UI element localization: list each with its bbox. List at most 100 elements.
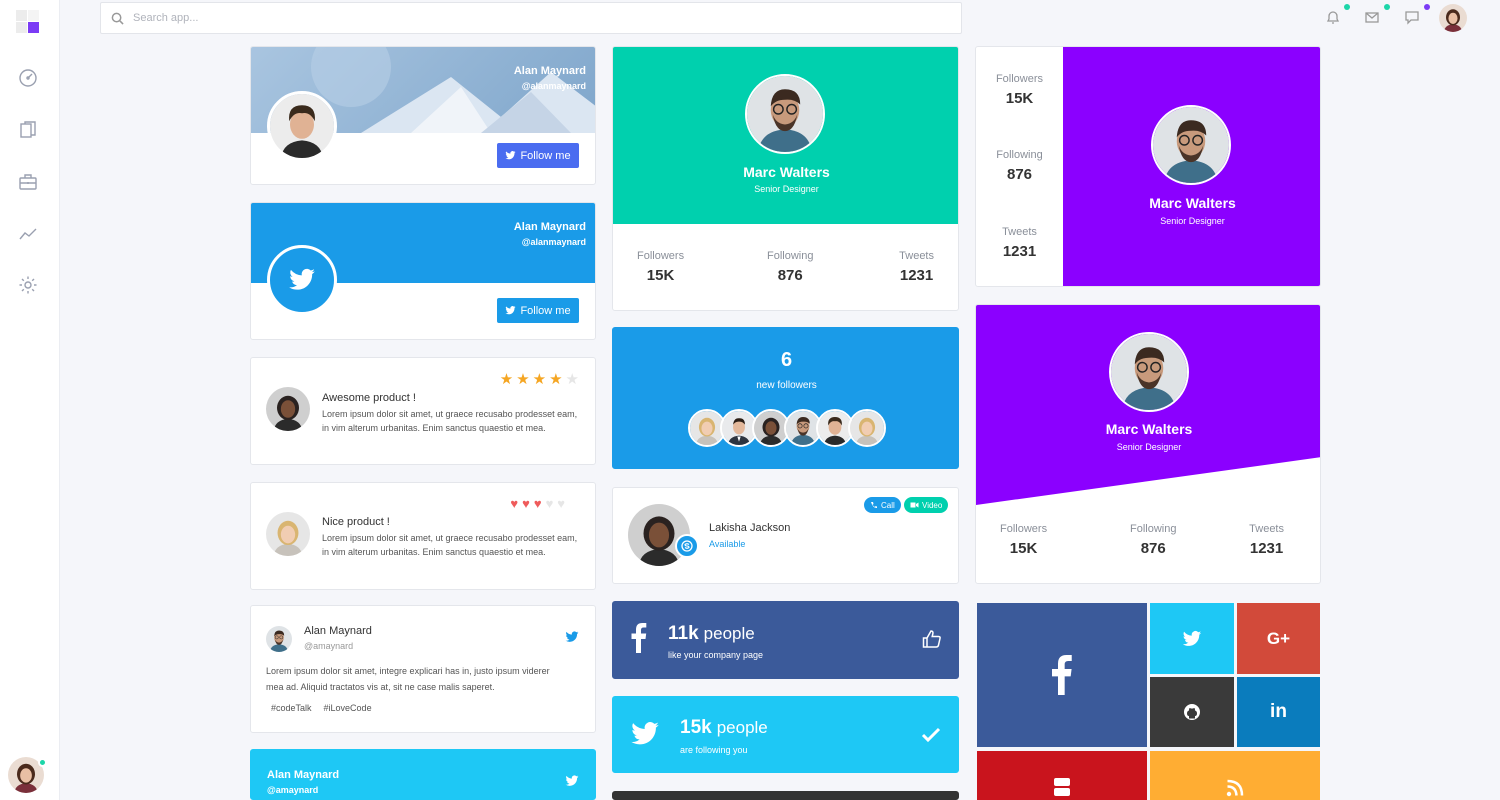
youtube-tile[interactable] [977,751,1147,800]
github-tile[interactable] [1150,677,1234,747]
profile-role: Senior Designer [754,184,819,194]
profile-card-teal: Alan Maynard @amaynard [250,749,596,800]
review-title: Awesome product ! [322,392,416,404]
following-count: 876 [1006,166,1033,183]
mail-dot [1384,4,1390,10]
follower-avatars [688,409,886,447]
followers-count: 15K [1005,90,1034,107]
facebook-icon [1052,655,1072,695]
new-followers-card: 6 new followers [612,327,959,469]
dashboard-icon[interactable] [18,68,38,88]
online-status-dot [38,758,47,767]
contact-name: Lakisha Jackson [709,522,791,534]
hashtag[interactable]: #iLoveCode [324,703,372,713]
trend-icon[interactable] [18,224,38,244]
stat-count: 15k [680,717,712,738]
google-plus-tile[interactable]: G+ [1237,603,1320,674]
skype-icon [675,534,699,558]
search-icon [111,12,124,25]
hashtag[interactable]: #codeTalk [271,703,312,713]
heart-icon[interactable]: ♥ [546,497,554,510]
rss-tile[interactable] [1150,751,1320,800]
profile-name: Marc Walters [743,164,830,180]
followers-label: Followers [995,73,1044,85]
profile-name: Marc Walters [1105,421,1193,437]
avatar [266,626,292,652]
followers-count: 15K [646,267,675,284]
twitter-tile[interactable] [1150,603,1234,674]
bell-icon[interactable] [1325,9,1341,25]
new-followers-count: 6 [780,349,793,371]
follow-button[interactable]: Follow me [497,298,579,323]
search-input[interactable] [133,12,833,24]
follow-button[interactable]: Follow me [497,143,579,168]
avatar [267,91,337,161]
tweet-author: Alan Maynard [304,625,372,637]
follower-avatar[interactable] [848,409,886,447]
stat-sub: like your company page [668,650,764,660]
profile-role: Senior Designer [1160,216,1225,226]
star-icon[interactable]: ★ [533,372,546,387]
video-button[interactable]: Video [904,497,949,513]
sidebar [0,0,60,800]
star-rating: ★ ★ ★ ★ ★ [500,372,579,387]
app-logo[interactable] [16,10,40,34]
heart-icon[interactable]: ♥ [557,497,565,510]
heart-icon[interactable]: ♥ [522,497,530,510]
twitter-icon [630,719,660,749]
video-icon [910,502,919,508]
documents-icon[interactable] [18,120,38,140]
followers-label: Followers [637,250,685,262]
avatar [266,512,310,556]
facebook-tile[interactable] [977,603,1147,747]
profile-name: Alan Maynard [513,65,586,77]
phone-icon [871,502,877,509]
call-button[interactable]: Call [864,497,901,513]
following-count: 876 [777,267,803,284]
heart-icon[interactable]: ♥ [510,497,518,510]
following-count: 876 [1140,540,1166,557]
review-card: ★ ★ ★ ★ ★ Awesome product ! Lorem ipsum dolo… [250,357,596,465]
following-label: Following [996,149,1043,161]
thumbs-up-icon[interactable] [922,629,942,649]
twitter-stat-card: 15k people are following you [612,696,959,773]
linkedin-tile[interactable]: in [1237,677,1320,747]
contact-card: Lakisha Jackson Available Call Video [612,487,959,584]
stat-unit: people [716,718,768,737]
tweets-label: Tweets [1002,226,1037,238]
settings-icon[interactable] [18,275,38,295]
mail-icon[interactable] [1364,9,1380,25]
profile-name: Marc Walters [1149,195,1236,211]
profile-card-purple: Marc Walters Senior Designer Followers 1… [975,304,1321,584]
linkedin-icon: in [1270,701,1287,722]
star-icon[interactable]: ★ [566,372,579,387]
following-label: Following [767,250,814,262]
star-icon[interactable]: ★ [500,372,513,387]
profile-card-side: Followers 15K Following 876 Tweets 1231 … [975,46,1321,287]
avatar [745,74,825,154]
heart-icon[interactable]: ♥ [534,497,542,510]
github-icon [1184,704,1200,720]
check-icon[interactable] [921,727,941,743]
review-card: ♥ ♥ ♥ ♥ ♥ Nice product ! Lorem ipsum dolor s… [250,482,596,590]
profile-avatar[interactable] [1439,4,1467,32]
twitter-icon[interactable] [565,774,579,788]
tweets-count: 1231 [1249,540,1284,557]
profile-handle: @amaynard [267,785,319,795]
twitter-icon [1182,629,1202,649]
profile-handle: @alanmaynard [521,237,586,247]
twitter-icon[interactable] [565,630,579,644]
stat-unit: people [703,624,755,643]
google-plus-icon: G+ [1266,628,1291,648]
chat-icon[interactable] [1404,9,1420,25]
star-icon[interactable]: ★ [549,372,562,387]
star-icon[interactable]: ★ [516,372,529,387]
briefcase-icon[interactable] [18,172,38,192]
tweets-count: 1231 [899,267,934,284]
rss-icon [1226,779,1244,797]
twitter-avatar [267,245,337,315]
tweets-label: Tweets [899,250,934,262]
search-bar[interactable] [100,2,962,34]
profile-name: Alan Maynard [267,769,340,781]
review-text: Lorem ipsum dolor sit amet, ut graece re… [322,409,578,433]
